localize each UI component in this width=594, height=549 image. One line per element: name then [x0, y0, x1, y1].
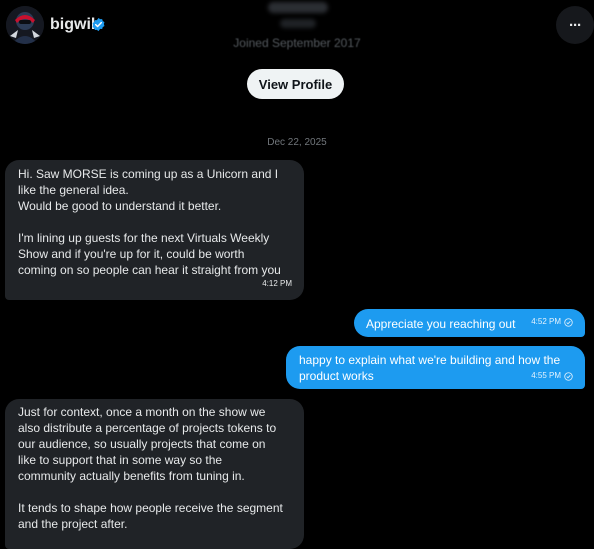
message-meta: 4:12 PM — [262, 276, 292, 292]
more-icon: ··· — [569, 16, 582, 34]
message-bubble-incoming[interactable]: Hi. Saw MORSE is coming up as a Unicorn … — [5, 160, 304, 300]
message-text: Hi. Saw MORSE is coming up as a Unicorn … — [18, 167, 281, 277]
message-meta: 4:55 PM — [531, 368, 573, 384]
joined-date: Joined September 2017 — [233, 36, 361, 50]
conversation-header: bigwil Joined September 2017 ··· — [0, 0, 594, 56]
message-time: 4:52 PM — [531, 317, 561, 326]
message-time: 4:55 PM — [531, 371, 561, 380]
message-time: 4:12 PM — [262, 279, 292, 288]
message-text: Just for context, once a month on the sh… — [18, 405, 283, 531]
username[interactable]: bigwil — [50, 16, 95, 34]
message-bubble-incoming[interactable]: Just for context, once a month on the sh… — [5, 399, 304, 549]
sent-check-icon — [564, 317, 573, 327]
message-meta: 4:52 PM — [531, 314, 573, 330]
verified-badge-icon — [92, 17, 105, 32]
more-options-button[interactable]: ··· — [556, 6, 594, 44]
message-bubble-outgoing[interactable]: Appreciate you reaching out 4:52 PM — [354, 309, 585, 337]
blurred-handle — [280, 19, 316, 28]
blurred-display-name — [268, 2, 328, 13]
view-profile-button[interactable]: View Profile — [247, 69, 344, 99]
sent-check-icon — [564, 371, 573, 381]
date-separator: Dec 22, 2025 — [267, 137, 327, 148]
message-bubble-outgoing[interactable]: happy to explain what we're building and… — [286, 346, 585, 389]
